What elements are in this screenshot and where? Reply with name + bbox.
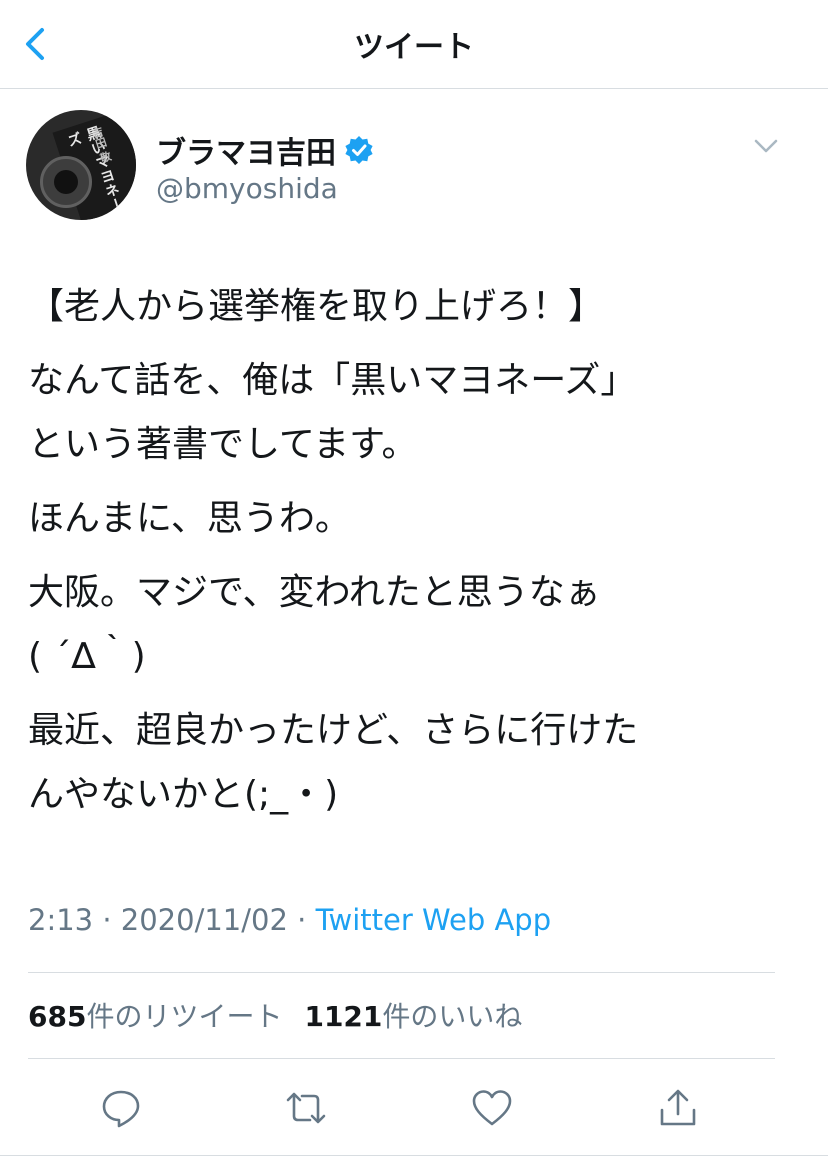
meta-separator: · [93, 903, 121, 937]
avatar-bowl-image [40, 156, 92, 208]
tweet-stats: 685件のリツイート 1121件のいいね [28, 995, 522, 1035]
likes-stat[interactable]: 1121件のいいね [304, 995, 522, 1035]
tweet-meta: 2:13 · 2020/11/02 · Twitter Web App [28, 903, 551, 937]
retweets-count: 685 [28, 1000, 87, 1033]
retweet-icon[interactable] [284, 1086, 328, 1130]
chevron-down-icon[interactable] [752, 136, 780, 156]
like-icon[interactable] [470, 1086, 514, 1130]
avatar[interactable]: 黒いマヨネーズ 吉田 敬 [26, 110, 136, 220]
display-name-text: ブラマヨ吉田 [156, 136, 336, 171]
user-display-name[interactable]: ブラマヨ吉田 [156, 128, 374, 172]
tweet-paragraph: ほんまに、思うわ。 [28, 498, 351, 539]
divider [28, 1058, 775, 1059]
reply-icon[interactable] [99, 1086, 143, 1130]
tweet-paragraph: なんて話を、俺は「黒いマヨネーズ」 という著書でしてます。 [28, 360, 637, 465]
tweet-paragraph: 大阪。マジで、変われたと思うなぁ ( ´∆｀) [28, 572, 601, 677]
share-icon[interactable] [656, 1086, 700, 1130]
tweet-actions [0, 1080, 828, 1136]
retweets-stat[interactable]: 685件のリツイート [28, 995, 282, 1035]
likes-count: 1121 [304, 1000, 383, 1033]
page-title: ツイート [354, 30, 474, 65]
meta-separator: · [287, 903, 316, 937]
navigation-bar: ツイート [0, 0, 828, 89]
verified-badge-icon [345, 136, 373, 164]
retweets-label: 件のリツイート [86, 1000, 283, 1033]
tweet-time: 2:13 [28, 903, 94, 937]
tweet-paragraph: 【老人から選挙権を取り上げろ！】 [28, 286, 605, 327]
tweet-paragraph: 最近、超良かったけど、さらに行けた んやないかと(;_・) [28, 710, 639, 815]
tweet-text: 【老人から選挙権を取り上げろ！】 なんて話を、俺は「黒いマヨネーズ」 という著書… [28, 275, 788, 837]
tweet-date: 2020/11/02 [120, 903, 288, 937]
divider [28, 972, 775, 973]
user-handle[interactable]: @bmyoshida [156, 172, 338, 205]
tweet-source-link[interactable]: Twitter Web App [316, 903, 552, 937]
likes-label: 件のいいね [382, 1000, 523, 1033]
